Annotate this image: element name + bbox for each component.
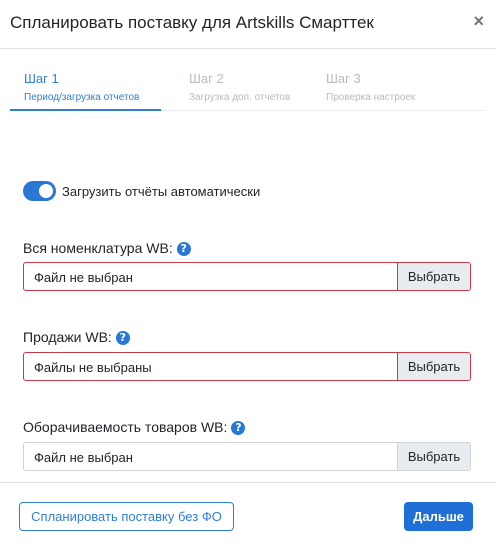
- active-step-indicator: [10, 109, 161, 111]
- browse-button[interactable]: Выбрать: [397, 443, 470, 470]
- modal-footer: Спланировать поставку без ФО Дальше: [0, 482, 496, 560]
- modal-title: Спланировать поставку для Artskills Смар…: [10, 13, 374, 32]
- modal-header: Спланировать поставку для Artskills Смар…: [0, 0, 496, 49]
- turnover-label-text: Оборачиваемость товаров WB:: [23, 419, 228, 435]
- auto-upload-toggle[interactable]: [23, 181, 56, 201]
- toggle-knob: [39, 184, 53, 198]
- sales-label-text: Продажи WB:: [23, 329, 112, 345]
- tab-step-1[interactable]: Шаг 1 Период/загрузка отчетов: [10, 62, 161, 111]
- browse-button[interactable]: Выбрать: [397, 263, 470, 290]
- step-label: Загрузка доп. отчетов: [189, 92, 291, 103]
- nomenclature-label: Вся номенклатура WB:?: [23, 240, 191, 256]
- turnover-label: Оборачиваемость товаров WB:?: [23, 419, 246, 435]
- question-circle-icon[interactable]: ?: [115, 331, 130, 345]
- step-label: Проверка настроек: [326, 92, 416, 103]
- file-name-text: Файл не выбран: [34, 270, 133, 285]
- plan-supply-modal: Спланировать поставку для Artskills Смар…: [0, 0, 496, 560]
- turnover-file-input[interactable]: Файл не выбран Выбрать: [23, 442, 471, 471]
- step-number: Шаг 1: [24, 71, 59, 86]
- close-icon[interactable]: ×: [473, 12, 484, 30]
- next-button[interactable]: Дальше: [404, 502, 473, 531]
- step-number: Шаг 2: [189, 71, 224, 86]
- tab-step-2[interactable]: Шаг 2 Загрузка доп. отчетов: [175, 62, 300, 110]
- browse-button[interactable]: Выбрать: [397, 353, 470, 380]
- question-circle-icon[interactable]: ?: [176, 242, 191, 256]
- file-name-text: Файлы не выбраны: [34, 360, 152, 375]
- file-name-text: Файл не выбран: [34, 450, 133, 465]
- tab-step-3[interactable]: Шаг 3 Проверка настроек: [312, 62, 437, 110]
- plan-without-fo-button[interactable]: Спланировать поставку без ФО: [19, 502, 234, 531]
- wizard-steps: Шаг 1 Период/загрузка отчетов Шаг 2 Загр…: [10, 62, 486, 111]
- step-label: Период/загрузка отчетов: [24, 92, 140, 103]
- auto-upload-label: Загрузить отчёты автоматически: [62, 184, 261, 199]
- sales-label: Продажи WB:?: [23, 329, 130, 345]
- nomenclature-file-input[interactable]: Файл не выбран Выбрать: [23, 262, 471, 291]
- sales-file-input[interactable]: Файлы не выбраны Выбрать: [23, 352, 471, 381]
- step-number: Шаг 3: [326, 71, 361, 86]
- nomenclature-label-text: Вся номенклатура WB:: [23, 240, 173, 256]
- question-circle-icon[interactable]: ?: [231, 421, 246, 435]
